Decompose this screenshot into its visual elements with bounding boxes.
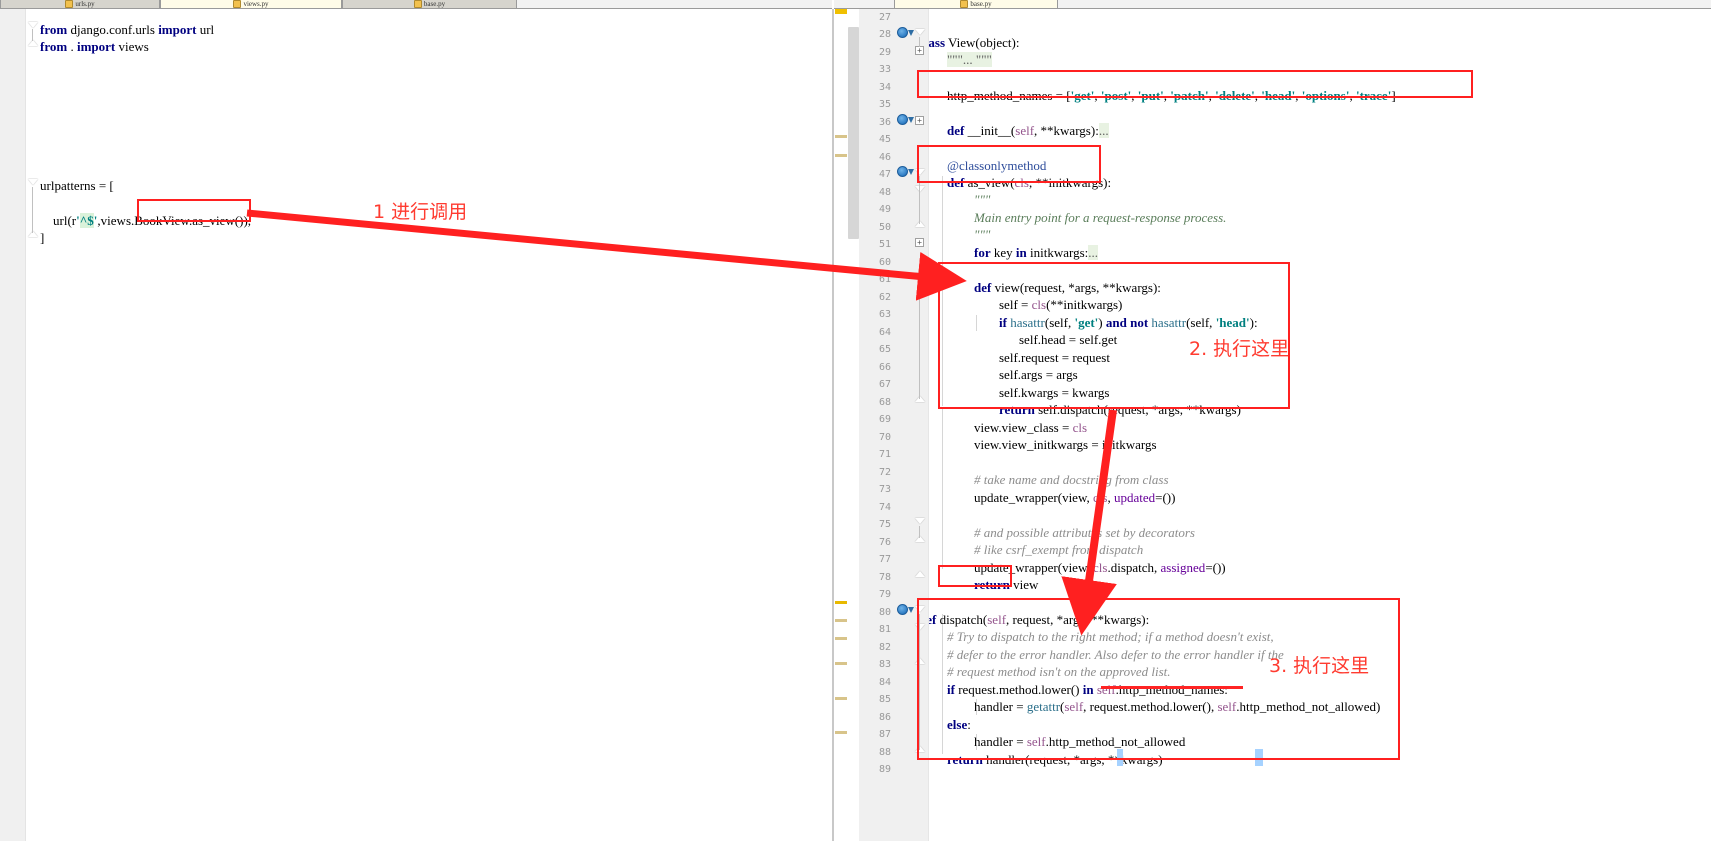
pycharm-window: urls.py views.py base.py base.py from dj…	[0, 0, 1711, 841]
fold-collapse-icon[interactable]	[28, 179, 38, 185]
fold-guide	[919, 526, 920, 538]
fold-guide	[32, 29, 33, 41]
code-line-2[interactable]: from . import views	[40, 38, 832, 55]
python-file-icon	[960, 0, 969, 8]
editor-tabstrip-left[interactable]: urls.py views.py base.py	[0, 0, 832, 9]
tab-label: base.py	[970, 0, 992, 8]
tab-urls-py[interactable]: urls.py	[0, 0, 160, 8]
code-line-10[interactable]: urlpatterns = [	[40, 177, 832, 194]
code-line-29[interactable]: """... """	[947, 51, 1711, 68]
override-arrow-icon[interactable]	[908, 607, 914, 613]
fold-expand-icon[interactable]: +	[915, 46, 924, 55]
fold-expand-icon[interactable]: +	[915, 116, 924, 125]
python-file-icon	[233, 0, 242, 8]
override-method-icon[interactable]	[897, 114, 908, 125]
right-line-number-gutter: 27 28 29 33 34 35 36 45 46 47 48 49 50 5…	[859, 9, 895, 841]
fold-expand-icon[interactable]	[915, 396, 925, 402]
marker-change[interactable]	[835, 154, 847, 157]
code-line-78[interactable]: return view	[974, 576, 1711, 593]
tab-views-py[interactable]: views.py	[160, 0, 342, 8]
code-line-1[interactable]: from django.conf.urls import url	[40, 21, 832, 38]
code-line-13[interactable]: ]	[40, 229, 832, 246]
fold-expand-icon[interactable]	[915, 221, 925, 227]
fold-guide	[32, 187, 33, 233]
right-marker-column[interactable]	[834, 9, 848, 841]
code-line-72[interactable]: # take name and docstring from class	[974, 471, 1711, 488]
fold-guide	[919, 37, 920, 47]
code-line-51[interactable]: for key in initkwargs:...	[974, 244, 1711, 261]
code-line-36[interactable]: def __init__(self, **kwargs):...	[947, 122, 1711, 139]
marker-change[interactable]	[835, 662, 847, 665]
override-method-icon[interactable]	[897, 604, 908, 615]
python-file-icon	[413, 0, 422, 8]
code-line-69[interactable]: view.view_class = cls	[974, 419, 1711, 436]
fold-expand-icon[interactable]: +	[915, 238, 924, 247]
marker-change[interactable]	[835, 135, 847, 138]
fold-collapse-icon[interactable]	[915, 273, 925, 279]
code-line-49[interactable]: Main entry point for a request-response …	[974, 209, 1711, 226]
marker-warning[interactable]	[835, 9, 847, 14]
vertical-scrollbar-thumb[interactable]	[848, 27, 859, 239]
fold-collapse-icon[interactable]	[915, 186, 925, 192]
box-as-view-call	[137, 199, 251, 222]
fold-collapse-icon[interactable]	[915, 518, 925, 524]
fold-collapse-icon[interactable]	[28, 22, 38, 28]
editor-tabstrip-right[interactable]: base.py	[834, 0, 1711, 9]
fold-guide	[919, 281, 920, 399]
code-line-75[interactable]: # and possible attributes set by decorat…	[974, 524, 1711, 541]
code-line-76[interactable]: # like csrf_exempt from dispatch	[974, 541, 1711, 558]
marker-change[interactable]	[835, 731, 847, 734]
box-return-view	[938, 565, 1012, 587]
tab-base-py[interactable]: base.py	[342, 0, 517, 8]
override-arrow-icon[interactable]	[908, 169, 914, 175]
code-line-73[interactable]: update_wrapper(view, cls, updated=())	[974, 489, 1711, 506]
marker-change[interactable]	[835, 697, 847, 700]
override-method-icon[interactable]	[897, 166, 908, 177]
marker-change[interactable]	[835, 637, 847, 640]
override-arrow-icon[interactable]	[908, 117, 914, 123]
fold-expand-icon[interactable]	[28, 40, 38, 46]
override-method-icon[interactable]	[897, 27, 908, 38]
annotation-label-2: 2. 执行这里	[1189, 338, 1290, 360]
box-classonlymethod-as-view	[917, 145, 1101, 183]
python-file-icon	[65, 0, 74, 8]
code-line-48[interactable]: """	[974, 191, 1711, 208]
code-line-77[interactable]: update_wrapper(view, cls.dispatch, assig…	[974, 559, 1711, 576]
code-line-28[interactable]: class View(object):	[929, 34, 1711, 51]
fold-expand-icon[interactable]	[28, 231, 38, 237]
tab-base-py-right[interactable]: base.py	[894, 0, 1058, 8]
fold-expand-icon[interactable]	[915, 536, 925, 542]
left-code-area[interactable]: from django.conf.urls import url from . …	[26, 9, 832, 841]
fold-collapse-icon[interactable]	[915, 29, 925, 35]
editor-pane-urls-py[interactable]: from django.conf.urls import url from . …	[0, 9, 832, 841]
annotation-label-1: 1 进行调用	[373, 201, 468, 223]
marker-change[interactable]	[835, 601, 847, 604]
tab-label: urls.py	[75, 0, 95, 8]
box-dispatch	[917, 598, 1400, 760]
box-http-method-names	[917, 70, 1473, 98]
tab-label: views.py	[243, 0, 269, 8]
underline-http-method-names	[1101, 686, 1243, 689]
marker-change[interactable]	[835, 619, 847, 622]
override-arrow-icon[interactable]	[908, 30, 914, 36]
tabstrip-filler-right-lead	[834, 0, 894, 8]
tabstrip-filler	[517, 0, 832, 8]
tab-label: base.py	[423, 0, 446, 8]
left-gutter-markers[interactable]	[0, 9, 26, 841]
tabstrip-filler-right	[1058, 0, 1711, 8]
fold-expand-icon[interactable]	[915, 571, 925, 577]
code-line-70[interactable]: view.view_initkwargs = initkwargs	[974, 436, 1711, 453]
annotation-label-3: 3. 执行这里	[1269, 655, 1370, 677]
indent-guide	[942, 409, 943, 569]
code-line-50[interactable]: """	[974, 226, 1711, 243]
fold-guide	[919, 176, 920, 224]
